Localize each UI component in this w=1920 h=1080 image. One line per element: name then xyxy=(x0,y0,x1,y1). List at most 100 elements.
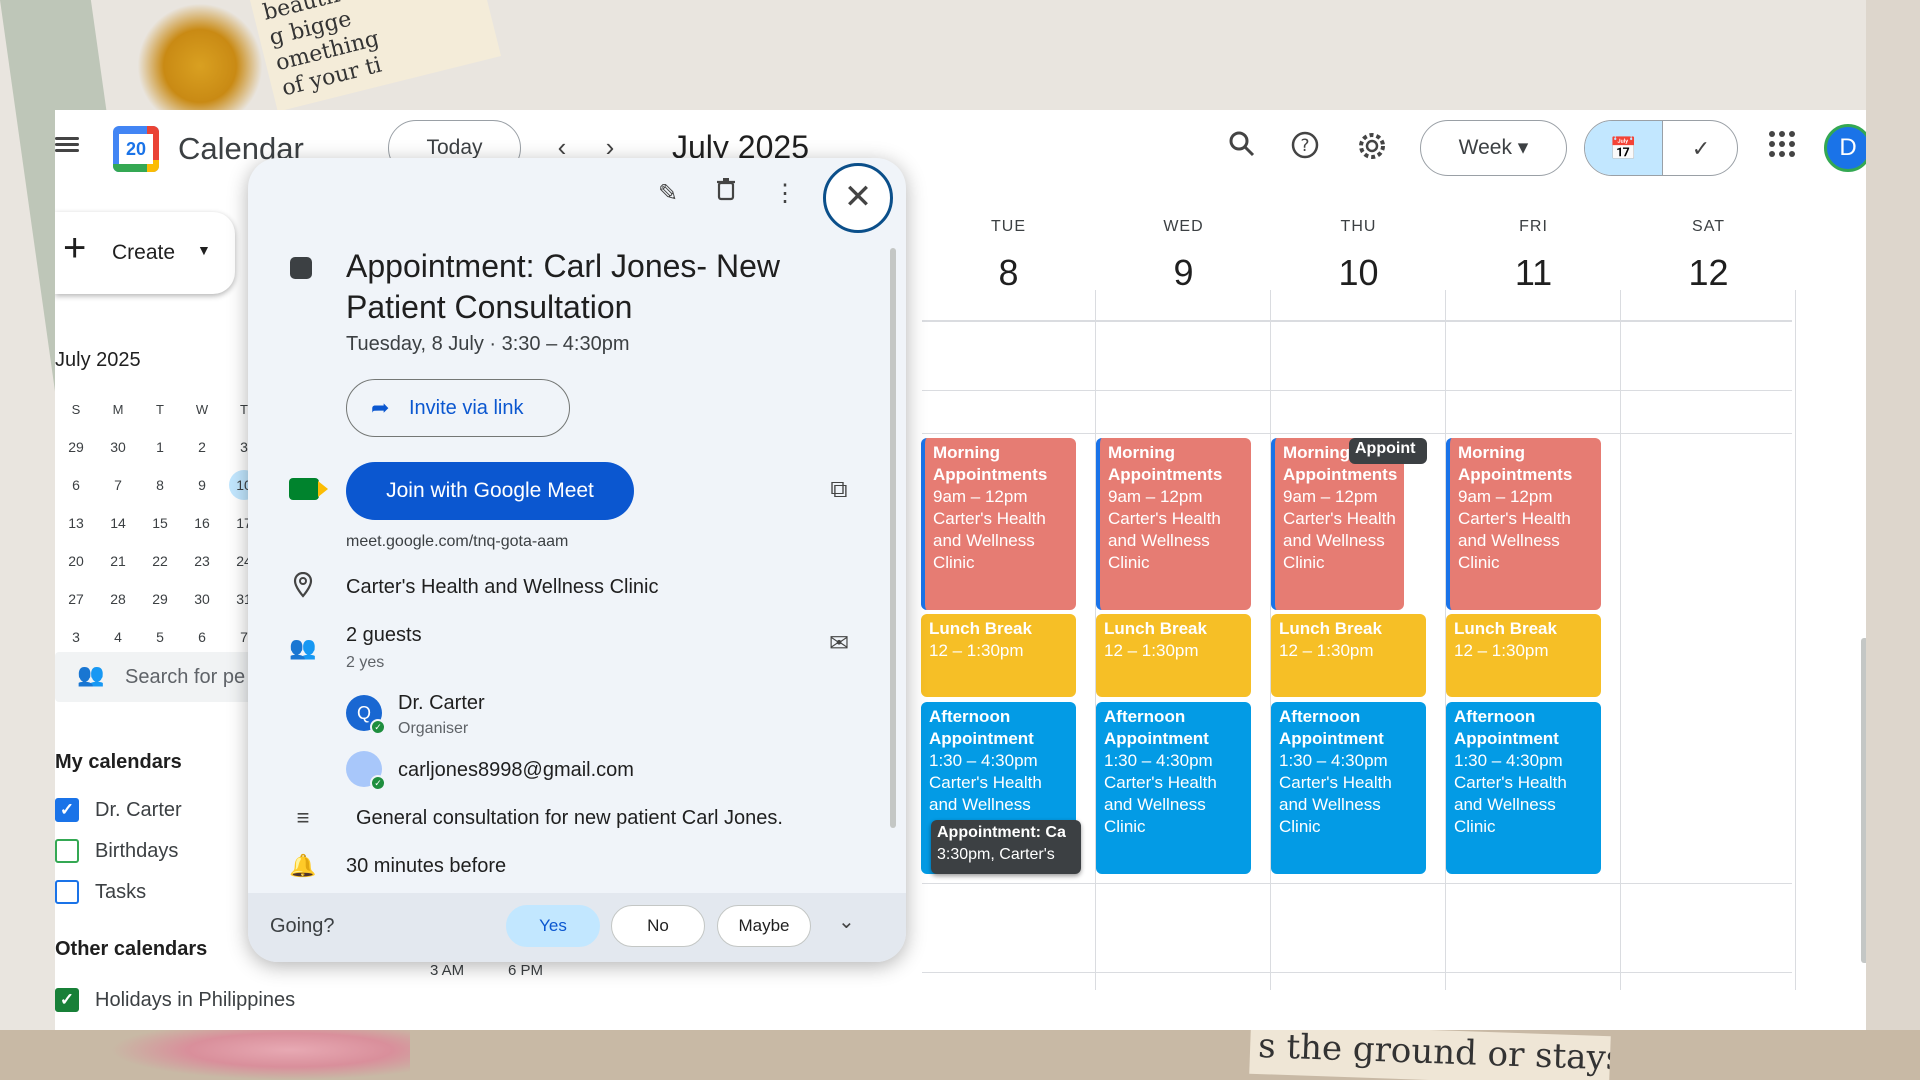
rsvp-maybe-button[interactable]: Maybe xyxy=(717,905,811,947)
day-header-tue[interactable]: TUE 8 xyxy=(921,218,1096,294)
mini-day[interactable]: 16 xyxy=(181,515,223,531)
mini-day[interactable]: 1 xyxy=(139,439,181,455)
mini-day[interactable]: 28 xyxy=(97,591,139,607)
day-header-wed[interactable]: WED 9 xyxy=(1096,218,1271,294)
event-lunch-break[interactable]: Lunch Break 12 – 1:30pm xyxy=(1096,614,1251,697)
other-calendars-title[interactable]: Other calendars xyxy=(55,938,207,961)
checkbox-checked[interactable]: ✓ xyxy=(55,988,79,1012)
settings-gear-icon[interactable] xyxy=(1354,130,1390,166)
mini-day[interactable]: 8 xyxy=(139,477,181,493)
checkbox-unchecked[interactable] xyxy=(55,880,79,904)
popup-scrollbar[interactable] xyxy=(890,248,896,828)
main-menu-icon[interactable] xyxy=(55,134,79,158)
mini-day[interactable]: 14 xyxy=(97,515,139,531)
view-selector-button[interactable]: Week ▾ xyxy=(1420,120,1567,176)
event-title: Afternoon Appointment xyxy=(1454,707,1559,748)
checkbox-unchecked[interactable] xyxy=(55,839,79,863)
invite-label: Invite via link xyxy=(409,397,524,419)
mini-day[interactable]: 6 xyxy=(181,629,223,645)
mini-day[interactable]: 29 xyxy=(55,439,97,455)
calendar-logo[interactable]: 20 xyxy=(113,126,159,172)
tasks-view-icon[interactable]: ✓ xyxy=(1662,121,1737,175)
more-options-icon[interactable]: ⋮ xyxy=(767,176,803,212)
event-afternoon-appointment[interactable]: Afternoon Appointment 1:30 – 4:30pm Cart… xyxy=(1446,702,1601,874)
mini-day[interactable]: 13 xyxy=(55,515,97,531)
delete-trash-icon[interactable] xyxy=(708,176,744,212)
svg-text:?: ? xyxy=(1300,136,1309,156)
mini-day[interactable]: 30 xyxy=(181,591,223,607)
weekday-label: T xyxy=(156,401,164,417)
search-people-input[interactable]: 👥 Search for pe xyxy=(55,652,255,702)
day-date[interactable]: 12 xyxy=(1621,252,1796,294)
day-header-sat[interactable]: SAT 12 xyxy=(1621,218,1796,294)
calendar-tasks-toggle[interactable]: 📅 ✓ xyxy=(1584,120,1738,176)
chevron-down-icon[interactable]: ⌄ xyxy=(838,909,855,934)
checkbox-checked[interactable]: ✓ xyxy=(55,798,79,822)
guest-avatar[interactable]: ✓ xyxy=(346,751,386,791)
event-afternoon-appointment[interactable]: Afternoon Appointment 1:30 – 4:30pm Cart… xyxy=(1271,702,1426,874)
event-afternoon-appointment[interactable]: Afternoon Appointment 1:30 – 4:30pm Cart… xyxy=(1096,702,1251,874)
event-selected-appointment-chip[interactable]: Appointment: Ca 3:30pm, Carter's xyxy=(931,820,1081,874)
mini-day[interactable]: 7 xyxy=(97,477,139,493)
mini-day[interactable]: 15 xyxy=(139,515,181,531)
event-title: Lunch Break xyxy=(1279,619,1382,638)
rsvp-yes-button[interactable]: Yes xyxy=(506,905,600,947)
event-morning-appointments[interactable]: Morning Appointments 9am – 12pm Carter's… xyxy=(1096,438,1251,610)
guest-avatar[interactable]: Q ✓ xyxy=(346,695,386,735)
my-calendars-title[interactable]: My calendars xyxy=(55,751,182,774)
mini-day[interactable]: 3 xyxy=(55,629,97,645)
event-location: Carter's Health and Wellness Clinic xyxy=(1454,773,1567,836)
invite-via-link-button[interactable]: ➦ Invite via link xyxy=(346,379,570,437)
day-date[interactable]: 11 xyxy=(1446,252,1621,294)
guests-responses: 2 yes xyxy=(346,654,385,671)
grid-scrollbar[interactable] xyxy=(1861,638,1866,963)
event-overlap-appointment-chip[interactable]: Appoint xyxy=(1349,438,1427,464)
event-title: Appointment: Carl Jones- New Patient Con… xyxy=(346,248,780,325)
meet-link[interactable]: meet.google.com/tnq-gota-aam xyxy=(346,533,568,551)
mini-day[interactable]: 30 xyxy=(97,439,139,455)
mini-day[interactable]: 21 xyxy=(97,553,139,569)
rsvp-no-button[interactable]: No xyxy=(611,905,705,947)
account-avatar[interactable]: D xyxy=(1824,124,1866,172)
mini-calendar-week: 13 14 15 16 17 xyxy=(55,504,265,542)
mini-day[interactable]: 9 xyxy=(181,477,223,493)
close-icon[interactable]: ✕ xyxy=(823,163,893,233)
going-label: Going? xyxy=(270,915,335,937)
mini-day[interactable]: 6 xyxy=(55,477,97,493)
calendar-view-icon[interactable]: 📅 xyxy=(1585,121,1662,175)
event-lunch-break[interactable]: Lunch Break 12 – 1:30pm xyxy=(921,614,1076,697)
guest-email: carljones8998@gmail.com xyxy=(398,759,634,781)
mini-day[interactable]: 23 xyxy=(181,553,223,569)
join-meet-button[interactable]: Join with Google Meet xyxy=(346,462,634,520)
help-icon[interactable]: ? xyxy=(1287,130,1323,166)
day-date[interactable]: 9 xyxy=(1096,252,1271,294)
event-time: 1:30 – 4:30pm xyxy=(1454,751,1563,770)
event-lunch-break[interactable]: Lunch Break 12 – 1:30pm xyxy=(1446,614,1601,697)
event-morning-appointments[interactable]: Morning Appointments 9am – 12pm Carter's… xyxy=(1446,438,1601,610)
event-time: 12 – 1:30pm xyxy=(1279,641,1374,660)
mini-day[interactable]: 27 xyxy=(55,591,97,607)
mini-day[interactable]: 4 xyxy=(97,629,139,645)
caret-down-icon: ▼ xyxy=(197,242,211,258)
mini-day[interactable]: 5 xyxy=(139,629,181,645)
day-header-fri[interactable]: FRI 11 xyxy=(1446,218,1621,294)
day-date[interactable]: 10 xyxy=(1271,252,1446,294)
copy-icon[interactable]: ⧉ xyxy=(821,472,857,508)
mini-day[interactable]: 29 xyxy=(139,591,181,607)
edit-pencil-icon[interactable]: ✎ xyxy=(650,176,686,212)
event-lunch-break[interactable]: Lunch Break 12 – 1:30pm xyxy=(1271,614,1426,697)
event-time: 1:30 – 4:30pm xyxy=(1104,751,1213,770)
event-title: Afternoon Appointment xyxy=(1104,707,1209,748)
search-icon[interactable] xyxy=(1224,130,1260,166)
mini-day[interactable]: 2 xyxy=(181,439,223,455)
mini-calendar-month: July 2025 xyxy=(55,349,141,371)
mini-day[interactable]: 20 xyxy=(55,553,97,569)
create-button[interactable]: + Create ▼ xyxy=(55,212,235,294)
apps-grid-icon[interactable] xyxy=(1764,130,1800,166)
day-date[interactable]: 8 xyxy=(921,252,1096,294)
mini-day[interactable]: 22 xyxy=(139,553,181,569)
chip-title: Appointment: Ca xyxy=(937,824,1066,841)
email-guests-icon[interactable]: ✉ xyxy=(821,626,857,662)
day-header-thu[interactable]: THU 10 xyxy=(1271,218,1446,294)
event-morning-appointments[interactable]: Morning Appointments 9am – 12pm Carter's… xyxy=(921,438,1076,610)
